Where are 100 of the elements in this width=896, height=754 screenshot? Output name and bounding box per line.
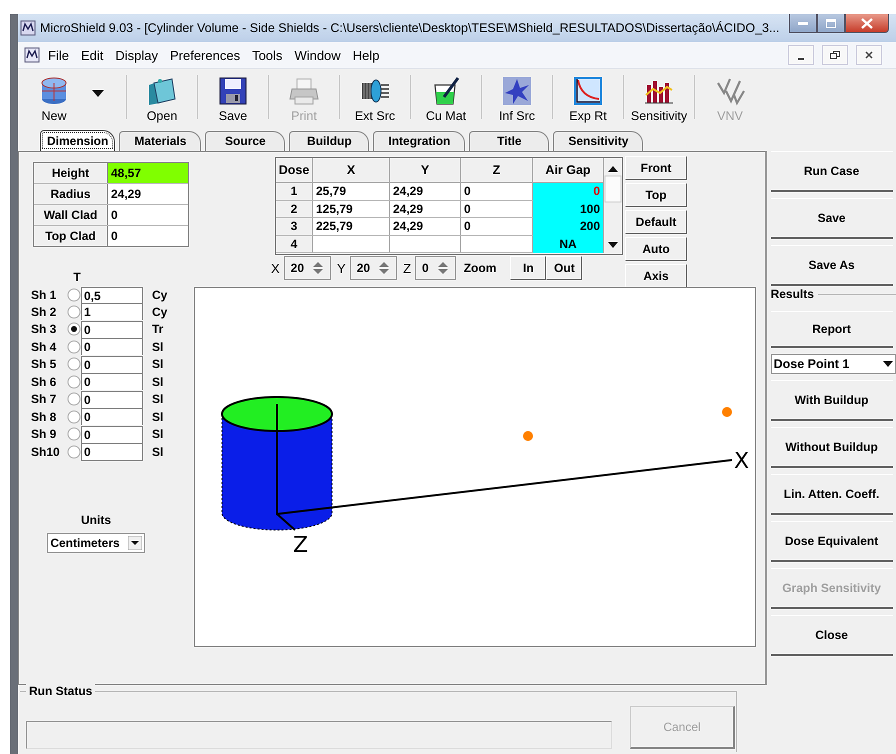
input-field[interactable]: 0: [81, 426, 143, 443]
radio-button[interactable]: [67, 392, 81, 406]
result-button[interactable]: Dose Equivalent: [770, 521, 893, 562]
radio-button[interactable]: [67, 288, 81, 302]
table-cell[interactable]: 2: [276, 200, 313, 218]
radio-button[interactable]: [67, 444, 81, 459]
table-cell[interactable]: 25,79: [313, 183, 390, 200]
input-field[interactable]: 0: [81, 442, 143, 461]
action-button[interactable]: Run Case: [770, 151, 893, 192]
result-button[interactable]: Without Buildup: [770, 427, 893, 468]
radio-button[interactable]: [67, 427, 81, 442]
toolbar-button[interactable]: Cu Mat: [424, 73, 468, 125]
toolbar-button[interactable]: Exp Rt: [567, 73, 609, 125]
table-cell[interactable]: NA: [533, 236, 604, 253]
tab[interactable]: Title: [469, 131, 550, 151]
input-field[interactable]: 0: [81, 320, 143, 338]
tab[interactable]: Sensitivity: [553, 131, 644, 151]
table-cell[interactable]: 100: [533, 200, 604, 218]
caret-icon: [128, 536, 142, 550]
input-field[interactable]: 0,5: [81, 286, 143, 304]
spin-box[interactable]: 20: [350, 256, 398, 280]
input-field[interactable]: 0: [81, 408, 143, 426]
input-field[interactable]: 0: [81, 373, 143, 390]
dose-point-dropdown[interactable]: Dose Point 1: [770, 354, 896, 374]
view-button[interactable]: Default: [625, 210, 687, 234]
result-button[interactable]: Lin. Atten. Coeff.: [770, 474, 893, 515]
toolbar-button[interactable]: New: [36, 73, 72, 125]
menu-item[interactable]: Preferences: [164, 48, 246, 62]
radio-button[interactable]: [67, 304, 81, 319]
units-dropdown[interactable]: Centimeters: [47, 532, 145, 552]
table-cell[interactable]: 0: [461, 200, 533, 218]
document-minimize-button[interactable]: [788, 45, 814, 65]
document-close-button[interactable]: [856, 45, 882, 65]
table-cell[interactable]: 3: [276, 218, 313, 236]
shield-type: Sl: [152, 357, 164, 372]
radio-button[interactable]: [67, 340, 81, 354]
input-field[interactable]: 0: [81, 356, 143, 373]
tab[interactable]: Buildup: [289, 131, 370, 151]
view-button[interactable]: Front: [625, 156, 687, 180]
menu-item[interactable]: Tools: [246, 48, 288, 62]
input-field[interactable]: 0: [81, 338, 143, 356]
input-field[interactable]: 48,57: [108, 163, 188, 183]
tab[interactable]: Dimension: [40, 130, 116, 151]
zoom-button[interactable]: Out: [546, 256, 582, 280]
caret-icon[interactable]: [92, 90, 104, 96]
tab[interactable]: Materials: [119, 131, 202, 151]
table-cell[interactable]: 0: [533, 183, 604, 200]
table-cell[interactable]: 200: [533, 218, 604, 236]
tab[interactable]: Integration: [373, 131, 466, 151]
result-button[interactable]: With Buildup: [770, 380, 893, 421]
toolbar-button[interactable]: Inf Src: [496, 73, 538, 125]
spin-box[interactable]: 0: [415, 256, 456, 280]
table-cell[interactable]: 24,29: [390, 218, 461, 236]
table-cell[interactable]: 0: [461, 183, 533, 200]
input-field[interactable]: 24,29: [108, 184, 188, 204]
menu-item[interactable]: Help: [346, 48, 386, 62]
action-button[interactable]: Save: [770, 198, 893, 239]
menu-item[interactable]: Edit: [74, 48, 110, 62]
table-cell[interactable]: 1: [276, 183, 313, 200]
toolbar-button[interactable]: Open: [144, 73, 180, 125]
toolbar-button[interactable]: Sensitivity: [628, 73, 690, 125]
input-field[interactable]: 0: [108, 205, 188, 225]
table-cell[interactable]: [390, 236, 461, 253]
table-cell[interactable]: 4: [276, 236, 313, 253]
menu-item[interactable]: Window: [288, 48, 347, 62]
menu-item[interactable]: Display: [109, 48, 164, 62]
radio-button[interactable]: [67, 374, 81, 389]
menu-item[interactable]: File: [42, 48, 75, 62]
table-cell[interactable]: 125,79: [313, 200, 390, 218]
minimize-button[interactable]: [789, 14, 818, 33]
radio-button[interactable]: [67, 410, 81, 424]
axis-label: Y: [337, 260, 346, 276]
toolbar-button[interactable]: Save: [215, 73, 251, 125]
input-field[interactable]: 1: [81, 303, 143, 320]
view-button[interactable]: Top: [625, 183, 687, 207]
tab[interactable]: Source: [205, 131, 286, 151]
maximize-button[interactable]: [817, 14, 846, 33]
document-restore-button[interactable]: [822, 45, 848, 65]
radio-button[interactable]: [67, 322, 81, 336]
maximize-icon: [826, 18, 836, 28]
table-cell[interactable]: 225,79: [313, 218, 390, 236]
spin-box[interactable]: 20: [284, 256, 332, 280]
report-button[interactable]: Report: [770, 311, 893, 348]
table-cell[interactable]: 24,29: [390, 200, 461, 218]
radio-button[interactable]: [67, 357, 81, 372]
zoom-button[interactable]: In: [510, 256, 546, 280]
input-field[interactable]: 0: [81, 390, 143, 408]
view-button[interactable]: Auto: [625, 237, 687, 261]
result-button[interactable]: Close: [770, 615, 893, 656]
table-cell[interactable]: [313, 236, 390, 253]
action-button[interactable]: Save As: [770, 245, 893, 286]
input-field[interactable]: 0: [108, 226, 188, 246]
table-cell[interactable]: 0: [461, 218, 533, 236]
axis-label: X: [734, 449, 750, 474]
toolbar-button[interactable]: Ext Src: [352, 73, 398, 125]
close-button[interactable]: [845, 14, 890, 33]
close-icon: [861, 18, 874, 28]
table-cell[interactable]: 24,29: [390, 183, 461, 200]
table-cell[interactable]: [461, 236, 533, 253]
view-button[interactable]: Axis: [625, 264, 687, 288]
